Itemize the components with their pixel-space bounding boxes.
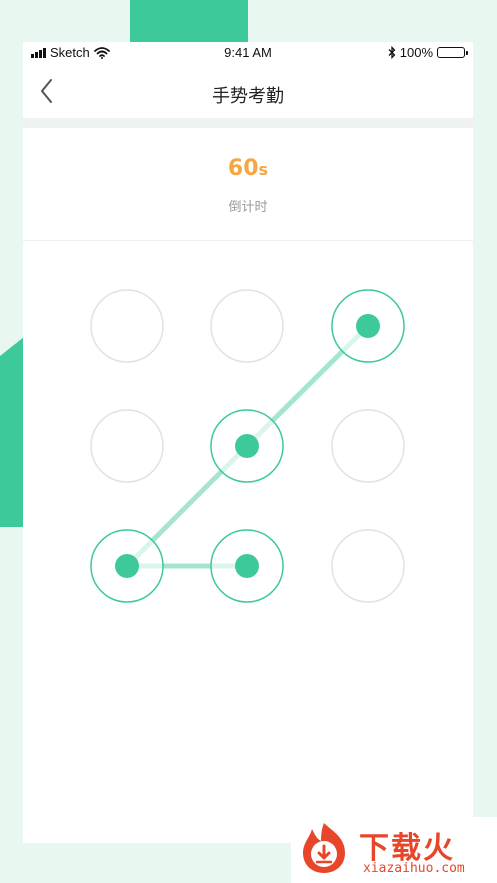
pattern-node-dot [356, 314, 380, 338]
section-divider [23, 118, 473, 128]
pattern-node-ring [90, 409, 164, 483]
countdown-unit: s [258, 160, 269, 179]
pattern-node-8[interactable] [210, 529, 284, 603]
pattern-node-5[interactable] [210, 409, 284, 483]
pattern-node-6[interactable] [331, 409, 405, 483]
pattern-node-ring [90, 289, 164, 363]
countdown-number: 60 [227, 156, 259, 181]
countdown-label: 倒计时 [228, 200, 268, 215]
pattern-node-dot [235, 554, 259, 578]
background-decoration-left [0, 337, 24, 527]
status-bar: Sketch 9:41 AM 100% [23, 42, 473, 64]
pattern-node-dot [115, 554, 139, 578]
pattern-node-9[interactable] [331, 529, 405, 603]
countdown-value: 60s [23, 156, 473, 181]
pattern-node-3[interactable] [331, 289, 405, 363]
flame-logo-icon [303, 823, 345, 873]
page-title: 手势考勤 [212, 86, 284, 107]
background-decoration-top [130, 0, 248, 42]
pattern-node-dot [235, 434, 259, 458]
status-right: 100% [388, 45, 468, 60]
countdown-panel: 60s 倒计时 [23, 128, 473, 241]
pattern-node-7[interactable] [90, 529, 164, 603]
phone-screen: Sketch 9:41 AM 100% 手势考勤 60s 倒计时 [23, 42, 473, 843]
watermark-site: xiazaihuo.com [363, 861, 465, 876]
battery-icon [437, 47, 468, 58]
battery-percentage: 100% [399, 45, 433, 60]
watermark: 下载火 xiazaihuo.com [291, 817, 497, 883]
pattern-node-ring [210, 289, 284, 363]
pattern-node-4[interactable] [90, 409, 164, 483]
pattern-node-ring [331, 529, 405, 603]
pattern-node-ring [331, 409, 405, 483]
pattern-node-2[interactable] [210, 289, 284, 363]
bluetooth-icon [388, 46, 396, 59]
navigation-bar: 手势考勤 [23, 64, 473, 118]
gesture-pattern-lock[interactable] [23, 242, 473, 642]
pattern-node-1[interactable] [90, 289, 164, 363]
